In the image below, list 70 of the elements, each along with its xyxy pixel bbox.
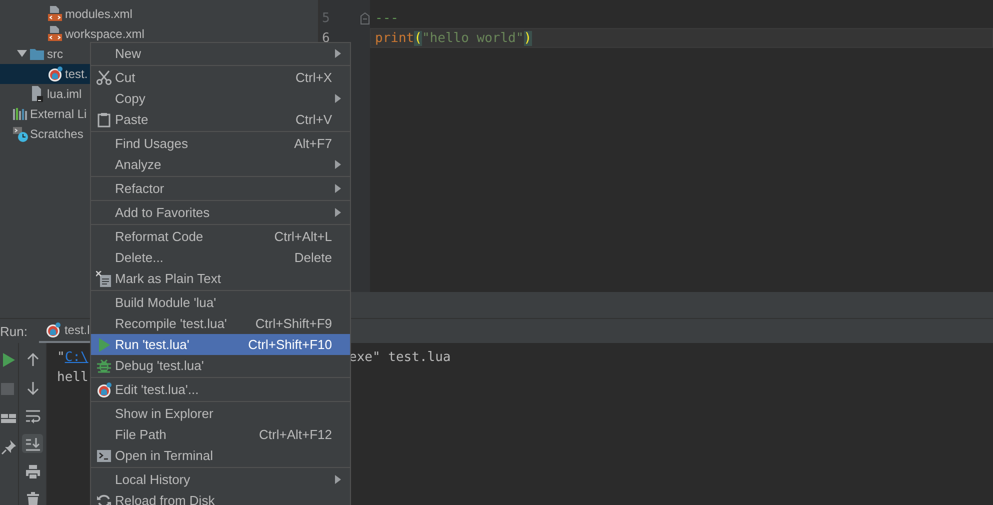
tree-item-label[interactable]: lua.iml: [47, 87, 82, 101]
lua-file-icon: [96, 382, 112, 398]
text-document-icon: [96, 270, 112, 286]
shortcut-label: Ctrl+Alt+F12: [258, 427, 332, 442]
menu-item[interactable]: Find Usages Alt+F7: [91, 133, 350, 154]
run-label: Run:: [0, 324, 28, 338]
menu-item[interactable]: Local History: [91, 469, 350, 490]
menu-item[interactable]: Debug 'test.lua': [91, 355, 350, 376]
module-file-icon: [29, 86, 45, 102]
expanded-arrow-icon[interactable]: [17, 49, 27, 59]
menu-item[interactable]: Cut Ctrl+X: [91, 67, 350, 88]
tree-item-label[interactable]: src: [47, 47, 63, 61]
menu-item[interactable]: Reload from Disk: [91, 490, 350, 505]
scratch-clock-icon: [12, 126, 28, 142]
shortcut-label: Delete: [293, 250, 332, 265]
menu-item[interactable]: Refactor: [91, 178, 350, 199]
menu-item[interactable]: Delete... Delete: [91, 247, 350, 268]
shortcut-label: Ctrl+X: [294, 70, 332, 85]
menu-item[interactable]: Copy: [91, 88, 350, 109]
xml-file-icon: [47, 6, 63, 22]
up-arrow-icon: [24, 352, 40, 368]
menu-item[interactable]: Run 'test.lua' Ctrl+Shift+F10: [91, 334, 350, 355]
folder-icon: [29, 46, 45, 62]
fold-marker-icon[interactable]: [360, 12, 370, 24]
console-text: "C:\: [57, 350, 88, 364]
scissors-icon: [96, 70, 112, 86]
down-arrow-icon: [24, 380, 40, 396]
menu-item[interactable]: File Path Ctrl+Alt+F12: [91, 424, 350, 445]
menu-item[interactable]: Recompile 'test.lua' Ctrl+Shift+F9: [91, 313, 350, 334]
shortcut-label: Ctrl+V: [294, 112, 332, 127]
tree-item-label[interactable]: Scratches: [30, 127, 84, 141]
run-icon: [1, 352, 17, 368]
tool-button[interactable]: [22, 434, 43, 453]
menu-item[interactable]: Build Module 'lua': [91, 292, 350, 313]
scroll-to-end-icon: [24, 436, 40, 452]
code-line: ---: [374, 10, 400, 28]
libraries-icon: [12, 106, 28, 122]
menu-item[interactable]: Analyze: [91, 154, 350, 175]
menu-item[interactable]: Show in Explorer: [91, 403, 350, 424]
bug-icon: [96, 358, 112, 374]
terminal-icon: [96, 448, 112, 464]
run-icon: [96, 336, 112, 352]
printer-icon: [24, 464, 40, 480]
lua-file-icon: [47, 66, 63, 82]
console-text: hell: [57, 370, 88, 384]
line-number: 6: [322, 30, 330, 46]
menu-item[interactable]: Edit 'test.lua'...: [91, 379, 350, 400]
shortcut-label: Alt+F7: [293, 136, 332, 151]
xml-file-icon: [47, 26, 63, 42]
menu-item[interactable]: Paste Ctrl+V: [91, 109, 350, 130]
reload-icon: [96, 492, 112, 505]
menu-item[interactable]: Mark as Plain Text: [91, 268, 350, 289]
wrap-icon: [24, 408, 40, 424]
shortcut-label: Ctrl+Shift+F10: [247, 337, 332, 352]
tree-item-label[interactable]: modules.xml: [65, 7, 132, 21]
tree-item-label[interactable]: test.: [65, 67, 88, 81]
shortcut-label: Ctrl+Shift+F9: [254, 316, 332, 331]
menu-item[interactable]: Reformat Code Ctrl+Alt+L: [91, 226, 350, 247]
trash-icon: [24, 492, 40, 505]
path-link[interactable]: C:\: [64, 350, 88, 364]
menu-item[interactable]: Open in Terminal: [91, 445, 350, 466]
pin-icon: [1, 438, 17, 454]
stop-icon: [1, 380, 17, 396]
shortcut-label: Ctrl+Alt+L: [273, 229, 332, 244]
lua-file-icon: [45, 322, 62, 338]
tree-item-label[interactable]: workspace.xml: [65, 27, 144, 41]
menu-item[interactable]: Add to Favorites: [91, 202, 350, 223]
clipboard-icon: [96, 112, 112, 128]
tree-item-label[interactable]: External Li: [30, 107, 87, 121]
menu-item[interactable]: New: [91, 43, 350, 64]
